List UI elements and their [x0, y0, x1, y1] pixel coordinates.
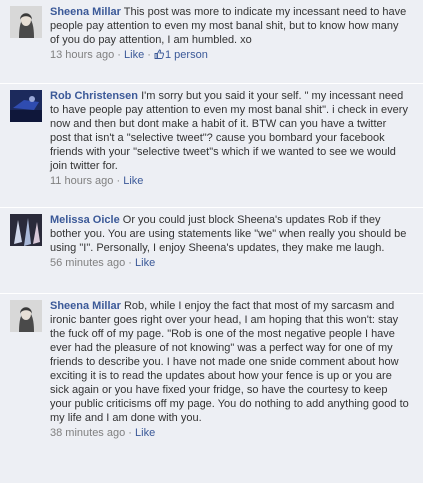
profile-photo-icon [10, 6, 42, 38]
avatar[interactable] [10, 300, 42, 332]
avatar[interactable] [10, 90, 42, 122]
like-button[interactable]: Like [135, 427, 155, 439]
separator: · [117, 49, 121, 61]
comment-item: Sheena Millar Rob, while I enjoy the fac… [0, 294, 423, 484]
comment-time[interactable]: 11 hours ago [50, 175, 113, 187]
like-button[interactable]: Like [123, 175, 143, 187]
comment-author[interactable]: Sheena Millar [50, 6, 121, 18]
profile-photo-icon [10, 300, 42, 332]
avatar[interactable] [10, 6, 42, 38]
like-button[interactable]: Like [135, 257, 155, 269]
comment-time[interactable]: 38 minutes ago [50, 427, 125, 439]
thumbs-up-icon [154, 49, 164, 59]
comment-author[interactable]: Rob Christensen [50, 90, 138, 102]
comment-meta: 56 minutes ago · Like [50, 256, 410, 270]
comment-author[interactable]: Sheena Millar [50, 300, 121, 312]
comment-feed: Sheena Millar This post was more to indi… [0, 0, 423, 484]
profile-photo-icon [10, 214, 42, 246]
comment-meta: 13 hours ago · Like · 1 person [50, 48, 410, 62]
comment-author[interactable]: Melissa Oicle [50, 214, 120, 226]
separator: · [128, 257, 132, 269]
separator: · [147, 49, 151, 61]
separator: · [128, 427, 132, 439]
avatar[interactable] [10, 214, 42, 246]
likes-count-link[interactable]: 1 person [154, 49, 208, 61]
comment-item: Rob Christensen I'm sorry but you said i… [0, 84, 423, 208]
profile-photo-icon [10, 90, 42, 122]
comment-item: Melissa Oicle Or you could just block Sh… [0, 208, 423, 294]
comment-time[interactable]: 13 hours ago [50, 49, 114, 61]
comment-item: Sheena Millar This post was more to indi… [0, 0, 423, 84]
comment-time[interactable]: 56 minutes ago [50, 257, 125, 269]
comment-meta: 38 minutes ago · Like [50, 426, 410, 440]
separator: · [116, 175, 121, 187]
like-button[interactable]: Like [124, 49, 144, 61]
comment-text: Rob, while I enjoy the fact that most of… [50, 300, 409, 424]
comment-text: I'm sorry but you said it your self. " m… [50, 90, 408, 172]
comment-meta: 11 hours ago · Like [50, 174, 410, 188]
